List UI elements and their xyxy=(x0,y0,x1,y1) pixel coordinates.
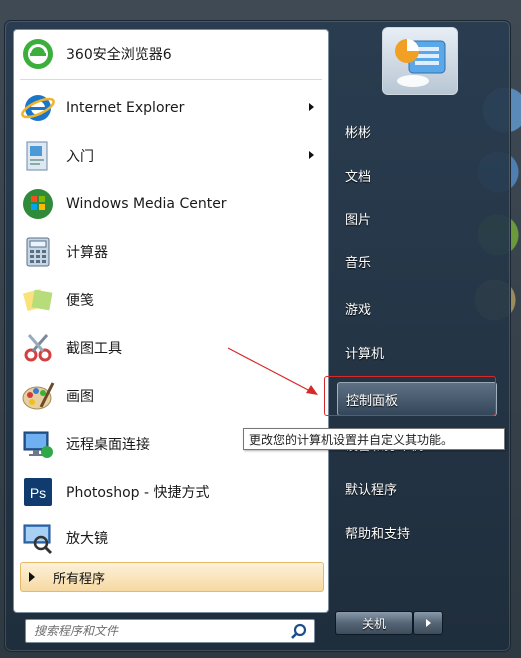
place-documents[interactable]: 文档 xyxy=(337,158,497,192)
remote-desktop-icon xyxy=(20,426,56,462)
program-label: Windows Media Center xyxy=(66,196,227,212)
search-icon[interactable] xyxy=(289,622,309,642)
program-item-snipping-tool[interactable]: 截图工具 xyxy=(18,326,324,370)
program-item-calculator[interactable]: 计算器 xyxy=(18,230,324,274)
program-label: 360安全浏览器6 xyxy=(66,47,172,63)
sticky-notes-icon xyxy=(20,282,56,318)
program-item-sticky-notes[interactable]: 便笺 xyxy=(18,278,324,322)
program-label: 放大镜 xyxy=(66,531,108,547)
program-label: 入门 xyxy=(66,149,94,165)
windows-media-center-icon xyxy=(20,186,56,222)
program-label: 画图 xyxy=(66,389,94,405)
internet-explorer-icon xyxy=(20,90,56,126)
program-item-magnifier[interactable]: 放大镜 xyxy=(18,516,324,560)
program-label: 截图工具 xyxy=(66,341,122,357)
search-box xyxy=(13,619,327,645)
program-label: Internet Explorer xyxy=(66,100,185,116)
user-picture[interactable] xyxy=(382,27,458,95)
paint-icon xyxy=(20,378,56,414)
start-menu: 360安全浏览器6 Internet Explorer 入门 Windows M… xyxy=(4,20,511,652)
place-games[interactable]: 游戏 xyxy=(337,291,497,325)
annotation-highlight-box xyxy=(324,376,496,416)
submenu-arrow-icon[interactable] xyxy=(309,151,314,159)
program-label: 便笺 xyxy=(66,293,94,309)
program-label: Photoshop - 快捷方式 xyxy=(66,485,210,501)
program-item-paint[interactable]: 画图 xyxy=(18,374,324,418)
program-item-photoshop[interactable]: Ps Photoshop - 快捷方式 xyxy=(18,470,324,514)
chevron-right-icon xyxy=(425,619,431,627)
place-pictures[interactable]: 图片 xyxy=(337,201,497,235)
all-programs-label: 所有程序 xyxy=(53,571,106,587)
program-item-windows-media-center[interactable]: Windows Media Center xyxy=(18,182,324,226)
place-user-folder[interactable]: 彬彬 xyxy=(337,114,497,148)
program-item-getting-started[interactable]: 入门 xyxy=(18,134,324,178)
shutdown-options-button[interactable] xyxy=(413,611,443,635)
program-item-internet-explorer[interactable]: Internet Explorer xyxy=(18,86,324,130)
360-browser-icon xyxy=(20,36,56,72)
shutdown-button[interactable]: 关机 xyxy=(335,611,413,635)
svg-text:Ps: Ps xyxy=(30,485,46,501)
place-music[interactable]: 音乐 xyxy=(337,244,497,278)
photoshop-icon: Ps xyxy=(20,474,56,510)
programs-pane: 360安全浏览器6 Internet Explorer 入门 Windows M… xyxy=(13,29,329,613)
control-panel-tooltip: 更改您的计算机设置并自定义其功能。 xyxy=(243,428,505,450)
all-programs-button[interactable]: 所有程序 xyxy=(20,562,324,592)
expand-arrow-icon xyxy=(29,572,35,582)
place-computer[interactable]: 计算机 xyxy=(337,335,497,369)
places-pane: 彬彬 文档 图片 音乐 游戏 计算机 控制面板 设备和打印机 默认程序 帮助和支… xyxy=(331,21,506,651)
program-label: 远程桌面连接 xyxy=(66,437,150,453)
user-avatar-icon xyxy=(395,39,446,87)
place-default-programs[interactable]: 默认程序 xyxy=(337,471,497,505)
magnifier-icon xyxy=(20,520,56,556)
submenu-arrow-icon[interactable] xyxy=(309,103,314,111)
getting-started-icon xyxy=(20,138,56,174)
divider xyxy=(20,79,322,80)
search-input[interactable] xyxy=(25,619,315,643)
program-label: 计算器 xyxy=(66,245,108,261)
calculator-icon xyxy=(20,234,56,270)
place-help-and-support[interactable]: 帮助和支持 xyxy=(337,515,497,549)
program-item-360-browser[interactable]: 360安全浏览器6 xyxy=(18,32,324,76)
snipping-tool-icon xyxy=(20,330,56,366)
